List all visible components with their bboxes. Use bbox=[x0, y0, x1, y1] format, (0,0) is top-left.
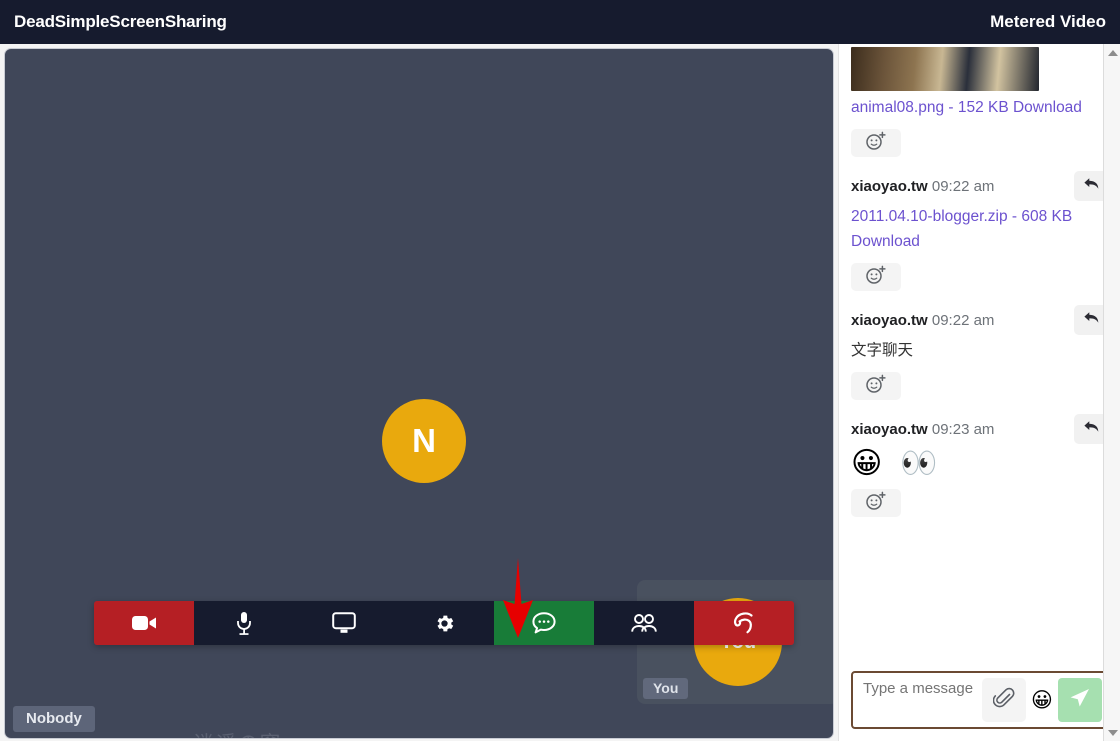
message-sender-line: xiaoyao.tw 09:23 am bbox=[851, 421, 994, 438]
settings-button[interactable] bbox=[394, 601, 494, 645]
participants-button[interactable] bbox=[594, 601, 694, 645]
add-reaction-icon bbox=[865, 491, 887, 516]
attachment-download-link[interactable]: 2011.04.10-blogger.zip - 608 KB Download bbox=[851, 208, 1072, 250]
app-brand-title: DeadSimpleScreenSharing bbox=[14, 12, 227, 31]
video-camera-icon bbox=[131, 614, 157, 632]
video-stage[interactable]: N 逍遥の窩 http://www.xiaoyao.tw/ Nobody You… bbox=[4, 48, 834, 739]
message-sender-line: xiaoyao.tw 09:22 am bbox=[851, 312, 994, 329]
app-root: DeadSimpleScreenSharing Metered Video N … bbox=[0, 0, 1120, 741]
add-reaction-button[interactable] bbox=[851, 489, 901, 518]
scroll-down-arrow-icon bbox=[1107, 729, 1118, 736]
page-scrollbar[interactable] bbox=[1103, 44, 1120, 741]
reply-arrow-icon bbox=[1083, 176, 1100, 196]
chat-message: xiaoyao.tw 09:22 am 2011.04.10-blogger.z… bbox=[851, 167, 1108, 301]
reply-arrow-icon bbox=[1083, 419, 1100, 439]
video-stage-container: N 逍遥の窩 http://www.xiaoyao.tw/ Nobody You… bbox=[0, 44, 838, 741]
scroll-down-button[interactable] bbox=[1104, 724, 1120, 741]
chat-bubble-icon bbox=[531, 611, 557, 635]
microphone-icon bbox=[235, 611, 253, 635]
send-message-button[interactable] bbox=[1058, 678, 1102, 722]
attachment-download-link[interactable]: animal08.png - 152 KB Download bbox=[851, 99, 1082, 116]
message-input[interactable] bbox=[857, 679, 982, 721]
chat-button[interactable] bbox=[494, 601, 594, 645]
phone-hangup-icon bbox=[731, 611, 757, 635]
monitor-icon bbox=[332, 612, 356, 634]
message-sender: xiaoyao.tw bbox=[851, 177, 928, 195]
watermark-text: 逍遥の窩 bbox=[194, 727, 282, 738]
camera-button[interactable] bbox=[94, 601, 194, 645]
emoji-face-icon: 😀 bbox=[1031, 688, 1053, 712]
leave-call-button[interactable] bbox=[694, 601, 794, 645]
chat-message: animal08.png - 152 KB Download bbox=[851, 44, 1108, 167]
message-sender-line: xiaoyao.tw 09:22 am bbox=[851, 178, 994, 195]
message-text: 文字聊天 bbox=[851, 341, 914, 360]
add-reaction-button[interactable] bbox=[851, 372, 901, 401]
add-reaction-icon bbox=[865, 131, 887, 156]
reply-arrow-icon bbox=[1083, 310, 1100, 330]
message-time: 09:22 am bbox=[927, 311, 995, 329]
main-participant-initial: N bbox=[412, 422, 436, 459]
message-sender: xiaoyao.tw bbox=[851, 420, 928, 438]
chat-message: xiaoyao.tw 09:23 am 😀 👀 bbox=[851, 410, 1108, 527]
message-sender: xiaoyao.tw bbox=[851, 311, 928, 329]
gear-icon bbox=[433, 612, 456, 635]
emoji-picker-button[interactable]: 😀 bbox=[1026, 678, 1058, 722]
message-time: 09:23 am bbox=[927, 420, 995, 438]
main-participant-avatar: N bbox=[382, 399, 466, 483]
add-reaction-button[interactable] bbox=[851, 263, 901, 292]
call-control-bar bbox=[94, 601, 794, 645]
top-bar: DeadSimpleScreenSharing Metered Video bbox=[0, 0, 1120, 44]
add-reaction-icon bbox=[865, 265, 887, 290]
chat-composer-area: 😀 bbox=[839, 663, 1120, 741]
attachment-thumbnail[interactable] bbox=[851, 47, 1039, 91]
attach-file-button[interactable] bbox=[982, 678, 1026, 722]
scroll-up-button[interactable] bbox=[1104, 44, 1120, 61]
chat-message-list[interactable]: animal08.png - 152 KB Download xiaoyao.t… bbox=[839, 44, 1120, 663]
participant-name-badge: Nobody bbox=[13, 706, 95, 732]
chat-composer[interactable]: 😀 bbox=[851, 671, 1108, 729]
paperclip-icon bbox=[992, 687, 1015, 714]
send-plane-icon bbox=[1068, 686, 1092, 715]
add-reaction-icon bbox=[865, 374, 887, 399]
add-reaction-button[interactable] bbox=[851, 129, 901, 158]
emoji-grinning-face: 😀 bbox=[851, 446, 883, 482]
people-icon bbox=[630, 613, 658, 633]
screenshare-button[interactable] bbox=[294, 601, 394, 645]
chat-panel: animal08.png - 152 KB Download xiaoyao.t… bbox=[838, 44, 1120, 741]
emoji-eyes: 👀 bbox=[900, 446, 938, 482]
self-view-name-badge: You bbox=[643, 678, 689, 699]
chat-message: xiaoyao.tw 09:22 am 文字聊天 bbox=[851, 301, 1108, 410]
watermark: 逍遥の窩 http://www.xiaoyao.tw/ bbox=[133, 721, 343, 738]
metered-video-label: Metered Video bbox=[990, 12, 1106, 31]
message-time: 09:22 am bbox=[927, 177, 995, 195]
scroll-up-arrow-icon bbox=[1107, 49, 1118, 56]
microphone-button[interactable] bbox=[194, 601, 294, 645]
message-emoji-row: 😀 👀 bbox=[851, 447, 1108, 480]
